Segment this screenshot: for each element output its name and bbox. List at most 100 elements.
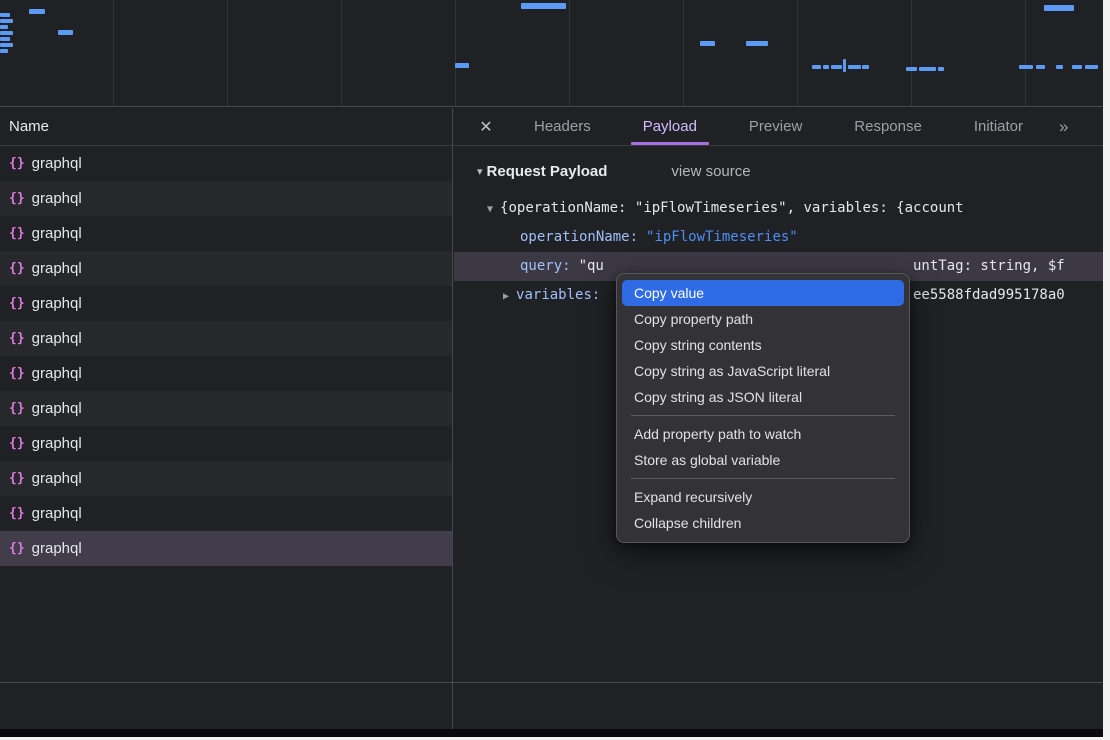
network-overview-timeline[interactable]: [0, 0, 1103, 107]
request-name: graphql: [32, 155, 82, 172]
request-name: graphql: [32, 435, 82, 452]
section-collapse-icon[interactable]: ▾: [477, 165, 483, 178]
request-list: {} graphql {} graphql {} graphql {} graphql {} gr…: [0, 146, 452, 566]
json-icon: {}: [9, 191, 25, 206]
json-icon: {}: [9, 436, 25, 451]
menu-item-copy-string-as-javascript-literal[interactable]: Copy string as JavaScript literal: [622, 358, 904, 384]
request-name: graphql: [32, 260, 82, 277]
tab-preview[interactable]: Preview: [723, 108, 828, 145]
timeline-bar: [848, 65, 861, 69]
timeline-bar: [0, 19, 13, 23]
tab-payload[interactable]: Payload: [617, 108, 723, 145]
property-value: "ipFlowTimeseries": [646, 229, 798, 245]
summary-divider: [0, 682, 1103, 683]
request-row[interactable]: {} graphql: [0, 496, 452, 531]
detail-tabs: HeadersPayloadPreviewResponseInitiator: [508, 108, 1049, 145]
menu-item-collapse-children[interactable]: Collapse children: [622, 510, 904, 536]
timeline-bar: [29, 9, 45, 14]
request-row[interactable]: {} graphql: [0, 321, 452, 356]
timeline-bar: [0, 37, 10, 41]
json-icon: {}: [9, 471, 25, 486]
timeline-bar: [862, 65, 869, 69]
timeline-bar: [746, 41, 768, 46]
json-icon: {}: [9, 331, 25, 346]
timeline-bar: [906, 67, 917, 71]
requests-panel: Name {}graphql{}graphql{}graphql{}graphq…: [0, 108, 453, 737]
timeline-bar: [0, 43, 13, 47]
request-row[interactable]: {} graphql: [0, 146, 452, 181]
timeline-bar: [455, 63, 469, 68]
menu-item-copy-string-contents[interactable]: Copy string contents: [622, 332, 904, 358]
json-icon: {}: [9, 296, 25, 311]
timeline-bar: [58, 30, 73, 35]
object-preview: {operationName: "ipFlowTimeseries", vari…: [500, 200, 964, 216]
timeline-bar: [831, 65, 842, 69]
timeline-bar: [812, 65, 821, 69]
json-icon: {}: [9, 401, 25, 416]
network-panel: Name {}graphql{}graphql{}graphql{}graphq…: [0, 108, 1103, 737]
request-name: graphql: [32, 295, 82, 312]
timeline-bar: [1085, 65, 1098, 69]
timeline-bar: [919, 67, 936, 71]
json-icon: {}: [9, 156, 25, 171]
window-bottom-strip: [0, 729, 1103, 737]
menu-item-copy-value[interactable]: Copy value: [622, 280, 904, 306]
json-icon: {}: [9, 506, 25, 521]
request-name: graphql: [32, 400, 82, 417]
property-value-left: "qu: [579, 258, 604, 274]
request-row[interactable]: {} graphql: [0, 426, 452, 461]
timeline-bar: [843, 59, 846, 72]
menu-separator: [631, 478, 895, 479]
request-row[interactable]: {}graphql: [0, 216, 452, 251]
timeline-bar: [1036, 65, 1045, 69]
menu-item-expand-recursively[interactable]: Expand recursively: [622, 484, 904, 510]
request-row[interactable]: {}graphql: [0, 356, 452, 391]
request-name: graphql: [32, 505, 82, 522]
expander-icon[interactable]: ▶: [503, 291, 509, 302]
payload-row-operationname[interactable]: operationName: "ipFlowTimeseries": [454, 223, 1103, 252]
tab-headers[interactable]: Headers: [508, 108, 617, 145]
request-name: graphql: [32, 540, 82, 557]
menu-item-store-as-global-variable[interactable]: Store as global variable: [622, 447, 904, 473]
timeline-bar: [1019, 65, 1033, 69]
menu-item-copy-string-as-json-literal[interactable]: Copy string as JSON literal: [622, 384, 904, 410]
json-icon: {}: [9, 541, 25, 556]
more-tabs-icon[interactable]: »: [1049, 108, 1078, 145]
request-row[interactable]: {}graphql: [0, 181, 452, 216]
expander-icon[interactable]: ▼: [487, 204, 493, 215]
menu-separator: [631, 415, 895, 416]
timeline-bar: [0, 49, 8, 53]
property-key: query:: [520, 258, 571, 274]
property-key: operationName:: [520, 229, 638, 245]
property-key: variables:: [516, 287, 600, 303]
request-row[interactable]: {} graphql: [0, 461, 452, 496]
request-row[interactable]: {} graphql: [0, 391, 452, 426]
request-row[interactable]: {}graphql: [0, 251, 452, 286]
request-row[interactable]: {} graphql: [0, 286, 452, 321]
menu-item-copy-property-path[interactable]: Copy property path: [622, 306, 904, 332]
request-row[interactable]: {} graphql: [0, 531, 452, 566]
details-tabbar: ✕ HeadersPayloadPreviewResponseInitiator…: [454, 108, 1103, 146]
request-payload-section-header: ▾ Request Payload view source: [454, 163, 1103, 180]
timeline-bar: [1056, 65, 1063, 69]
timeline-bar: [0, 31, 13, 35]
devtools-window: Name {}graphql{}graphql{}graphql{}graphq…: [0, 0, 1103, 737]
tab-response[interactable]: Response: [828, 108, 948, 145]
request-name: graphql: [32, 470, 82, 487]
close-icon[interactable]: ✕: [464, 108, 508, 145]
json-icon: {}: [9, 226, 25, 241]
property-value-right: untTag: string, $f: [913, 252, 1065, 281]
timeline-bar: [938, 67, 944, 71]
menu-item-add-property-path-to-watch[interactable]: Add property path to watch: [622, 421, 904, 447]
tab-initiator[interactable]: Initiator: [948, 108, 1049, 145]
timeline-bar: [700, 41, 715, 46]
context-menu: Copy valueCopy property pathCopy string …: [616, 273, 910, 543]
timeline-bar: [0, 25, 8, 29]
json-icon: {}: [9, 366, 25, 381]
request-name: graphql: [32, 330, 82, 347]
timeline-bar: [1072, 65, 1082, 69]
payload-root-row[interactable]: ▼ {operationName: "ipFlowTimeseries", var…: [454, 194, 1103, 223]
view-source-link[interactable]: view source: [671, 163, 750, 180]
column-header-name[interactable]: Name: [0, 108, 452, 146]
request-payload-title: Request Payload: [487, 163, 608, 180]
